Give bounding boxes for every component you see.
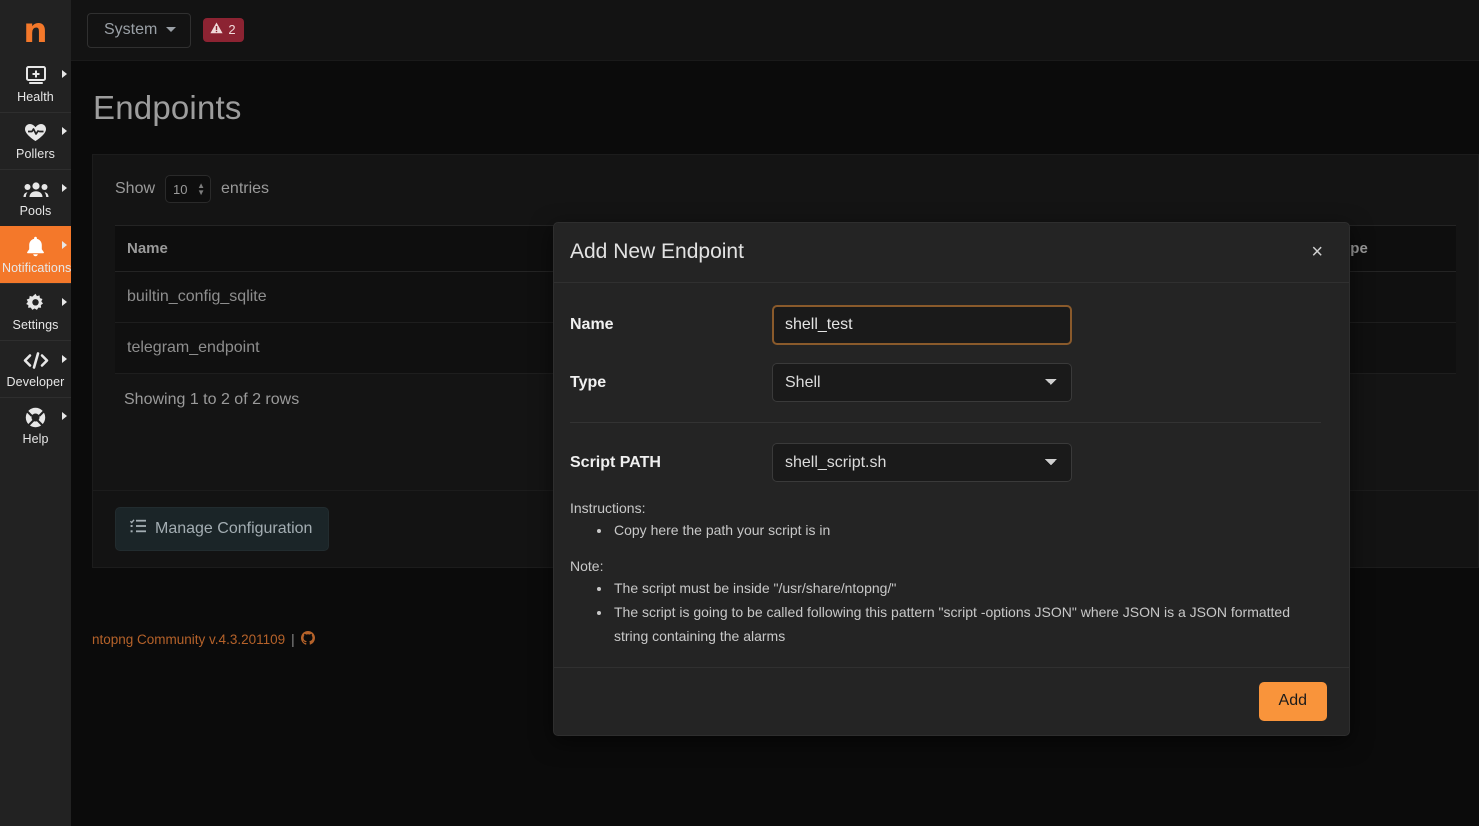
system-dropdown-button[interactable]: System [87,12,192,48]
footer-separator: | [291,632,295,647]
chevron-right-icon [62,412,67,420]
entries-label: entries [221,180,270,197]
instruction-item: Copy here the path your script is in [612,518,1321,542]
sidebar-item-notifications[interactable]: Notifications [0,226,71,283]
sidebar-item-label: Help [22,432,49,446]
column-header-label: Name [127,240,168,257]
modal-body: Name Type Shell Script PATH shell_script… [554,283,1349,648]
alert-count-value: 2 [228,22,236,37]
note-item: The script must be inside "/usr/share/nt… [612,576,1321,600]
add-endpoint-modal: Add New Endpoint × Name Type Shell Scrip… [553,222,1350,736]
manage-configuration-label: Manage Configuration [155,519,313,537]
top-bar: System 2 [71,0,1479,61]
show-entries-row: Show 10 ▲ ▼ entries [115,175,1456,203]
type-field-label: Type [570,373,607,391]
brand-logo[interactable]: n [0,0,71,56]
heartbeat-icon [2,121,69,144]
name-input[interactable] [772,305,1072,345]
show-label: Show [115,180,156,197]
sidebar: n Health Pollers Pools Notifications Set… [0,0,71,826]
form-row-script-path: Script PATH shell_script.sh [570,443,1321,482]
sidebar-item-developer[interactable]: Developer [0,340,71,397]
manage-configuration-button[interactable]: Manage Configuration [115,507,330,551]
form-divider [570,422,1321,423]
list-tasks-icon [129,519,146,538]
sidebar-item-help[interactable]: Help [0,397,71,454]
sidebar-item-label: Pollers [16,147,55,161]
form-row-type: Type Shell [570,363,1321,402]
alert-count-badge[interactable]: 2 [203,18,244,42]
script-path-select[interactable]: shell_script.sh [772,443,1072,482]
sidebar-item-label: Settings [12,318,59,332]
health-monitor-icon [2,64,69,87]
lifebuoy-icon [2,406,69,429]
entries-per-page-value: 10 [173,181,188,197]
sidebar-item-label: Developer [6,375,65,389]
chevron-right-icon [62,298,67,306]
sidebar-item-pollers[interactable]: Pollers [0,112,71,169]
instructions-list: Copy here the path your script is in [570,518,1321,542]
note-heading: Note: [570,558,604,574]
sidebar-item-label: Health [17,90,54,104]
chevron-down-icon [166,27,177,32]
name-field-label: Name [570,316,614,333]
system-dropdown-label: System [104,20,158,38]
sidebar-item-settings[interactable]: Settings [0,283,71,340]
sidebar-item-label: Pools [19,204,52,218]
bell-icon [2,235,69,258]
chevron-right-icon [62,355,67,363]
note-item: The script is going to be called followi… [612,600,1321,648]
note-list: The script must be inside "/usr/share/nt… [570,576,1321,648]
chevron-right-icon [62,241,67,249]
github-icon[interactable] [300,631,315,648]
warning-triangle-icon [210,22,223,37]
entries-per-page-stepper[interactable]: 10 ▲ ▼ [165,175,212,203]
code-brackets-icon [2,349,69,372]
instructions-heading: Instructions: [570,500,646,516]
form-row-name: Name [570,305,1321,345]
sidebar-item-pools[interactable]: Pools [0,169,71,226]
add-button[interactable]: Add [1258,682,1327,721]
sidebar-item-label: Notifications [2,261,72,275]
script-path-field-label: Script PATH [570,453,661,471]
chevron-right-icon [62,184,67,192]
version-link[interactable]: ntopng Community v.4.3.201109 [92,632,285,647]
modal-header: Add New Endpoint × [554,223,1349,283]
chevron-right-icon [62,70,67,78]
modal-title: Add New Endpoint [570,240,744,263]
type-select[interactable]: Shell [772,363,1072,402]
users-group-icon [2,178,69,201]
gear-icon [2,292,69,315]
sidebar-item-health[interactable]: Health [0,56,71,112]
stepper-arrows-icon[interactable]: ▲ ▼ [197,182,205,197]
page-title: Endpoints [93,89,242,126]
chevron-right-icon [62,127,67,135]
close-icon[interactable]: × [1311,242,1323,262]
modal-footer: Add [554,667,1349,735]
